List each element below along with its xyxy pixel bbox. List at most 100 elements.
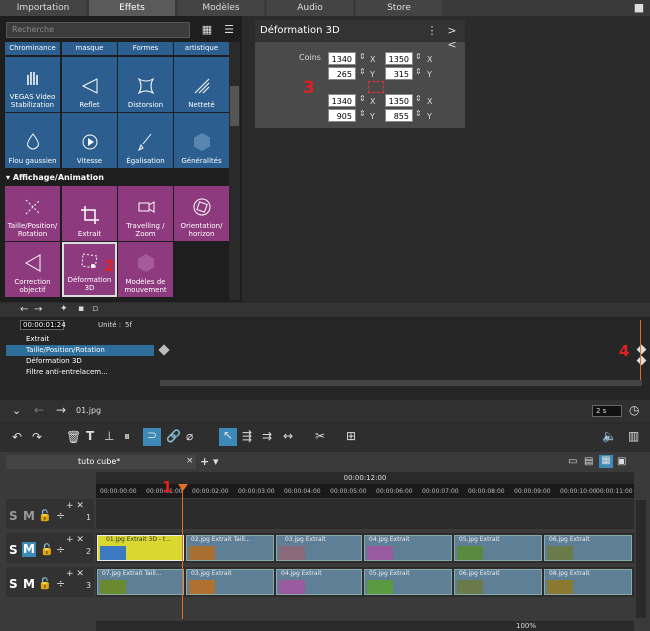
view-monitor-icon[interactable]: ▭ xyxy=(568,456,577,467)
select-all-icon[interactable]: ⇉ xyxy=(262,429,272,443)
search-input[interactable]: Recherche xyxy=(6,22,190,38)
tab-importation[interactable]: Importation xyxy=(0,0,86,16)
effect-tile-distorsion[interactable]: Distorsion xyxy=(118,57,173,112)
mute-button[interactable]: M xyxy=(22,542,36,557)
delete-keyframe-icon[interactable]: ▪ xyxy=(78,304,84,314)
duration-field[interactable]: 2 s xyxy=(592,405,622,417)
clip[interactable]: 06.jpg Extrait xyxy=(544,535,632,561)
project-tab[interactable]: tuto cube* xyxy=(6,455,196,469)
effect-tile-masque[interactable]: masque xyxy=(62,42,117,55)
scissors-icon[interactable]: ✂ xyxy=(315,429,325,443)
split-icon[interactable]: ⏸ xyxy=(124,429,130,444)
solo-button[interactable]: S xyxy=(9,577,18,591)
chevrons-down-icon[interactable]: ⌄ xyxy=(12,404,21,417)
timeline-vertical-scrollbar[interactable] xyxy=(636,500,646,618)
clip[interactable]: 02.jpg Extrait Taill... xyxy=(186,535,274,561)
effect-tile-flou-gaussien[interactable]: Flou gaussien xyxy=(5,113,60,168)
mute-button[interactable]: M xyxy=(23,509,35,523)
close-icon[interactable]: ■ xyxy=(632,1,646,15)
kf-row-deformation-3d[interactable]: Déformation 3D xyxy=(6,356,154,367)
effect-tile-nettete[interactable]: Netteté xyxy=(174,57,229,112)
spin-icon[interactable]: ⇕ xyxy=(359,109,366,118)
effect-tile-correction-objectif[interactable]: Correction objectif xyxy=(5,242,60,297)
copy-keyframe-icon[interactable]: ▫ xyxy=(92,304,98,314)
keyframe-scrollbar[interactable] xyxy=(160,380,642,386)
tab-effets[interactable]: Effets xyxy=(89,0,175,16)
corner-bl-y-field[interactable]: 905 xyxy=(328,109,356,122)
redo-icon[interactable]: ↷ xyxy=(32,430,42,444)
trim-icon[interactable]: ⊥ xyxy=(104,429,114,443)
redo-arrow-icon[interactable]: → xyxy=(34,304,42,315)
keyframe-playhead[interactable] xyxy=(640,320,641,382)
clip[interactable]: 04.jpg Extrait xyxy=(364,535,452,561)
view-storyboard-icon[interactable]: ▤ xyxy=(584,456,593,467)
volume-icon[interactable]: ÷ xyxy=(56,577,65,590)
timeline-scrollbar[interactable] xyxy=(96,621,634,631)
corner-tr-y-field[interactable]: 315 xyxy=(385,67,413,80)
spin-icon[interactable]: ⇕ xyxy=(359,52,366,61)
magnet-icon[interactable]: ⊃ xyxy=(143,428,161,446)
clip[interactable]: 07.jpg Extrait Taill... xyxy=(97,569,184,595)
forward-arrow-icon[interactable]: → xyxy=(56,403,66,417)
corner-bl-x-field[interactable]: 1340 xyxy=(328,94,356,107)
list-view-icon[interactable]: ☰ xyxy=(222,23,236,37)
section-affichage-animation[interactable]: ▾ Affichage/Animation xyxy=(6,171,226,184)
volume-icon[interactable]: ÷ xyxy=(56,509,65,522)
more-options-icon[interactable]: ⋮ xyxy=(425,24,439,38)
view-timeline-icon[interactable]: ▦ xyxy=(599,455,613,468)
view-multicam-icon[interactable]: ▣ xyxy=(617,456,626,467)
corner-tl-y-field[interactable]: 265 xyxy=(328,67,356,80)
timeline-ruler[interactable]: 00:00:00:00 00:00:01:00 00:00:02:00 00:0… xyxy=(96,484,634,498)
spin-icon[interactable]: ⇕ xyxy=(359,94,366,103)
playhead-handle[interactable] xyxy=(178,484,188,491)
effect-tile-stabilization[interactable]: VEGAS Video Stabilization xyxy=(5,57,60,112)
trash-icon[interactable]: 🗑 xyxy=(66,430,81,444)
undo-arrow-icon[interactable]: ← xyxy=(20,304,28,315)
effect-tile-vitesse[interactable]: Vitesse xyxy=(62,113,117,168)
solo-button[interactable]: S xyxy=(9,509,18,523)
add-track-icon[interactable]: + ✕ xyxy=(66,535,84,545)
unit-value[interactable]: 5f xyxy=(125,321,132,329)
effect-tile-travelling-zoom[interactable]: Travelling / Zoom xyxy=(118,186,173,241)
clip[interactable]: 08.jpg Extrait xyxy=(544,569,632,595)
unlink-icon[interactable]: ⌀ xyxy=(186,429,193,443)
range-icon[interactable]: ↔ xyxy=(283,429,293,443)
close-tab-icon[interactable]: × xyxy=(186,456,194,466)
corner-tr-x-field[interactable]: 1350 xyxy=(385,52,413,65)
add-track-icon[interactable]: + ✕ xyxy=(66,501,84,511)
grid-view-icon[interactable]: ▦ xyxy=(200,23,214,37)
kf-row-extrait[interactable]: Extrait xyxy=(6,334,154,345)
effect-tile-generalites[interactable]: Généralités xyxy=(174,113,229,168)
add-track-icon[interactable]: + ✕ xyxy=(66,569,84,579)
effect-tile-orientation[interactable]: Orientation/ horizon xyxy=(174,186,229,241)
tab-store[interactable]: Store xyxy=(356,0,442,16)
effect-tile-extrait[interactable]: Extrait xyxy=(62,186,117,241)
kf-row-filtre[interactable]: Filtre anti-entrelacem... xyxy=(6,367,154,378)
effect-tile-artistique[interactable]: artistique xyxy=(174,42,229,55)
track-1[interactable] xyxy=(96,499,634,529)
clock-icon[interactable]: ◷ xyxy=(629,403,639,417)
clip[interactable]: 04.jpg Extrait xyxy=(276,569,362,595)
effect-tile-chrominance[interactable]: Chrominance xyxy=(5,42,60,55)
zoom-level[interactable]: 100% xyxy=(516,622,536,630)
spin-icon[interactable]: ⇕ xyxy=(359,67,366,76)
mixer-icon[interactable]: ▥ xyxy=(628,429,639,443)
lock-icon[interactable]: 🔓 xyxy=(38,509,52,522)
collapse-icon[interactable]: >< xyxy=(445,24,459,51)
effects-scrollbar[interactable] xyxy=(229,42,240,300)
corner-br-y-field[interactable]: 855 xyxy=(385,109,413,122)
clip[interactable]: 03.jpg Extrait xyxy=(186,569,274,595)
kf-row-taille-position[interactable]: Taille/Position/Rotation xyxy=(6,345,154,356)
spin-icon[interactable]: ⇕ xyxy=(415,52,422,61)
tab-audio[interactable]: Audio xyxy=(267,0,353,16)
corner-tl-x-field[interactable]: 1340 xyxy=(328,52,356,65)
tab-modeles[interactable]: Modèles xyxy=(178,0,264,16)
keyframe-time-field[interactable]: 00:00:01:24 xyxy=(20,320,66,330)
effect-tile-modeles-mouvement[interactable]: Modèles de mouvement xyxy=(118,242,173,297)
select-forward-icon[interactable]: ⇶ xyxy=(242,429,252,443)
effect-tile-formes[interactable]: Formes xyxy=(118,42,173,55)
undo-icon[interactable]: ↶ xyxy=(12,430,22,444)
clip[interactable]: 03.jpg Extrait xyxy=(276,535,362,561)
lock-icon[interactable]: 🔓 xyxy=(38,577,52,590)
solo-button[interactable]: S xyxy=(9,543,18,557)
